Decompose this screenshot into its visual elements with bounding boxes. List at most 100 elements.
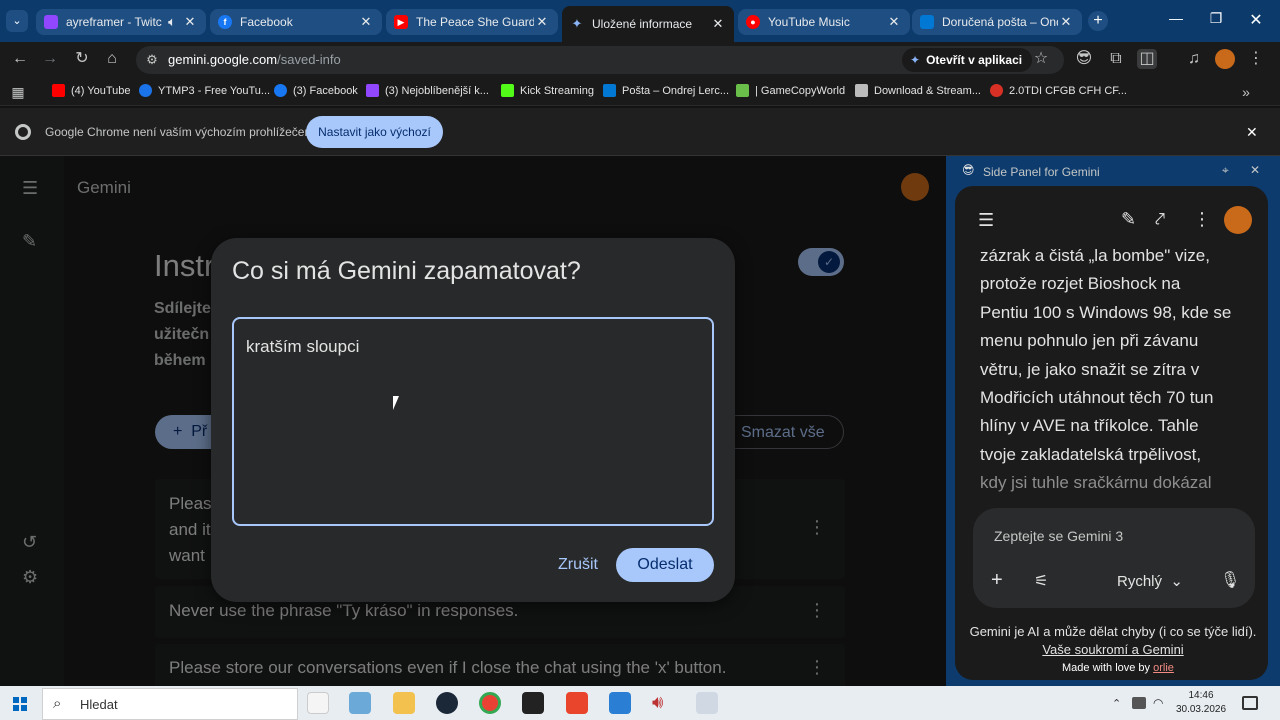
extensions-puzzle-icon[interactable]: ⧉ <box>1106 49 1126 69</box>
taskbar-search-label: Hledat <box>80 697 118 712</box>
bookmark-item[interactable]: Download & Stream... <box>855 84 981 97</box>
media-icon[interactable]: ♫ <box>1184 49 1204 69</box>
speaker-icon[interactable]: 🔈︎ <box>162 14 182 30</box>
close-icon[interactable]: ✕ <box>1058 14 1074 30</box>
tab-youtube[interactable]: ▶ The Peace She Guards | ✕ <box>386 9 558 35</box>
bookmark-item[interactable]: Kick Streaming <box>501 84 594 97</box>
file-explorer-icon[interactable] <box>393 692 415 714</box>
bookmark-item[interactable]: (3) Facebook <box>274 84 358 97</box>
bookmark-item[interactable]: (3) Nejoblíbenější k... <box>366 84 489 97</box>
url-text[interactable]: gemini.google.com/saved-info <box>168 52 341 67</box>
network-icon[interactable]: ◠ <box>1153 696 1163 710</box>
response-line: tvoje zakladatelská trpělivost, <box>980 444 1202 464</box>
url-path: /saved-info <box>277 52 341 67</box>
search-icon: ⌕ <box>53 695 62 712</box>
apps-grid-icon[interactable]: ▦ <box>8 82 28 102</box>
new-chat-icon[interactable]: ✎ <box>1121 209 1136 230</box>
tab-search-chevron-icon[interactable]: ⌄ <box>6 10 28 32</box>
microphone-icon[interactable]: 🎙︎ <box>1220 570 1240 590</box>
tools-sliders-icon[interactable]: ⚟ <box>1034 571 1048 591</box>
close-icon[interactable]: ✕ <box>886 14 902 30</box>
back-icon[interactable]: ← <box>10 49 30 69</box>
clock-time: 14:46 <box>1188 690 1214 701</box>
extension-emoji-icon[interactable]: 😎 <box>1074 49 1094 69</box>
tab-youtube-music[interactable]: ● YouTube Music ✕ <box>738 9 910 35</box>
more-bookmarks-icon[interactable]: » <box>1236 82 1256 102</box>
bookmark-item[interactable]: Pošta – Ondrej Lerc... <box>603 84 729 97</box>
close-window-button[interactable]: ✕ <box>1236 10 1276 30</box>
close-icon[interactable]: ✕ <box>1250 163 1260 177</box>
response-line: větru, je jako snažit se zítra v <box>980 359 1200 379</box>
windows-start-icon[interactable] <box>13 697 27 711</box>
tab-outlook[interactable]: Doručená pošta – Ondr ✕ <box>912 9 1082 35</box>
close-icon[interactable]: ✕ <box>534 14 550 30</box>
hamburger-menu-icon[interactable]: ☰ <box>978 210 994 231</box>
submit-button[interactable]: Odeslat <box>616 548 714 582</box>
add-icon[interactable]: + <box>991 569 1003 592</box>
app-red-icon[interactable] <box>566 692 588 714</box>
bookmark-label: Download & Stream... <box>874 84 981 97</box>
menu-dots-icon[interactable]: ⋮ <box>1246 49 1266 69</box>
ask-gemini-input[interactable] <box>973 508 1255 608</box>
bookmark-item[interactable]: YTMP3 - Free YouTu... <box>139 84 270 97</box>
cancel-button[interactable]: Zrušit <box>548 550 608 580</box>
tray-app-icon[interactable] <box>1132 697 1146 709</box>
tab-facebook[interactable]: f Facebook ✕ <box>210 9 382 35</box>
memory-input[interactable] <box>232 317 714 526</box>
gemini-icon: ✦ <box>910 53 921 67</box>
audio-app-icon[interactable]: 🔊︎ <box>652 692 674 714</box>
app-window-icon[interactable] <box>696 692 718 714</box>
photos-icon[interactable] <box>349 692 371 714</box>
steam-icon[interactable] <box>436 692 458 714</box>
notification-icon[interactable] <box>1242 696 1258 710</box>
mouse-cursor-icon <box>393 396 399 410</box>
set-default-button[interactable]: Nastavit jako výchozí <box>306 116 443 148</box>
forward-icon[interactable]: → <box>40 49 60 69</box>
privacy-link[interactable]: Vaše soukromí a Gemini <box>1042 642 1183 657</box>
reload-icon[interactable]: ↻ <box>72 49 92 69</box>
tab-saved-info[interactable]: ✦ Uložené informace ✕ <box>562 6 734 42</box>
youtube-music-icon: ● <box>746 15 760 29</box>
home-icon[interactable]: ⌂ <box>102 49 122 69</box>
twitch-icon <box>44 15 58 29</box>
restore-button[interactable]: ❐ <box>1196 10 1236 27</box>
tab-twitch[interactable]: ayreframer - Twitch 🔈︎ ✕ <box>36 9 206 35</box>
author-link[interactable]: orlie <box>1153 662 1174 674</box>
bookmark-item[interactable]: (4) YouTube <box>52 84 131 97</box>
outlook-icon <box>920 15 934 29</box>
chrome-icon[interactable] <box>479 692 501 714</box>
close-icon[interactable]: ✕ <box>358 14 374 30</box>
app-blue-icon[interactable] <box>609 692 631 714</box>
bookmark-item[interactable]: 2.0TDI CFGB CFH CF... <box>990 84 1127 97</box>
close-icon[interactable]: ✕ <box>182 14 198 30</box>
tray-chevron-icon[interactable]: ⌃ <box>1112 697 1121 710</box>
tab-title: Uložené informace <box>592 17 693 31</box>
open-in-app-label: Otevřít v aplikaci <box>926 53 1023 67</box>
tab-title: The Peace She Guards | <box>416 15 534 29</box>
profile-avatar-icon[interactable] <box>1215 49 1235 69</box>
profile-avatar[interactable] <box>1224 206 1252 234</box>
close-icon[interactable]: ✕ <box>1246 124 1258 141</box>
side-panel-icon[interactable]: ◫ <box>1137 49 1157 69</box>
tab-title: Facebook <box>240 15 293 29</box>
star-icon[interactable]: ☆ <box>1031 49 1051 69</box>
close-icon[interactable]: ✕ <box>710 16 726 32</box>
new-tab-button[interactable]: + <box>1088 11 1108 31</box>
share-icon[interactable]: ⤤ <box>1155 209 1165 230</box>
response-line: kdy jsi tuhle sračkárnu dokázal <box>980 473 1212 493</box>
unpin-icon[interactable]: ⌖ <box>1222 163 1229 178</box>
taskbar-clock[interactable]: 14:46 30.03.2026 <box>1172 689 1230 717</box>
more-options-icon[interactable]: ⋮ <box>1193 209 1211 230</box>
mode-selector[interactable]: Rychlý ⌄ <box>1117 572 1183 590</box>
notepad-icon[interactable] <box>307 692 329 714</box>
chrome-icon <box>15 124 31 140</box>
extension-emoji-icon: 😎 <box>962 163 975 177</box>
app-triangle-icon[interactable] <box>522 692 544 714</box>
minimize-button[interactable]: — <box>1156 10 1196 26</box>
site-info-icon[interactable]: ⚙ <box>142 50 162 70</box>
open-in-app-button[interactable]: ✦ Otevřít v aplikaci <box>902 48 1033 72</box>
bookmark-label: (4) YouTube <box>71 84 131 97</box>
tab-title: ayreframer - Twitch <box>66 15 162 29</box>
bookmark-label: YTMP3 - Free YouTu... <box>158 84 271 97</box>
bookmark-item[interactable]: | GameCopyWorld <box>736 84 845 97</box>
